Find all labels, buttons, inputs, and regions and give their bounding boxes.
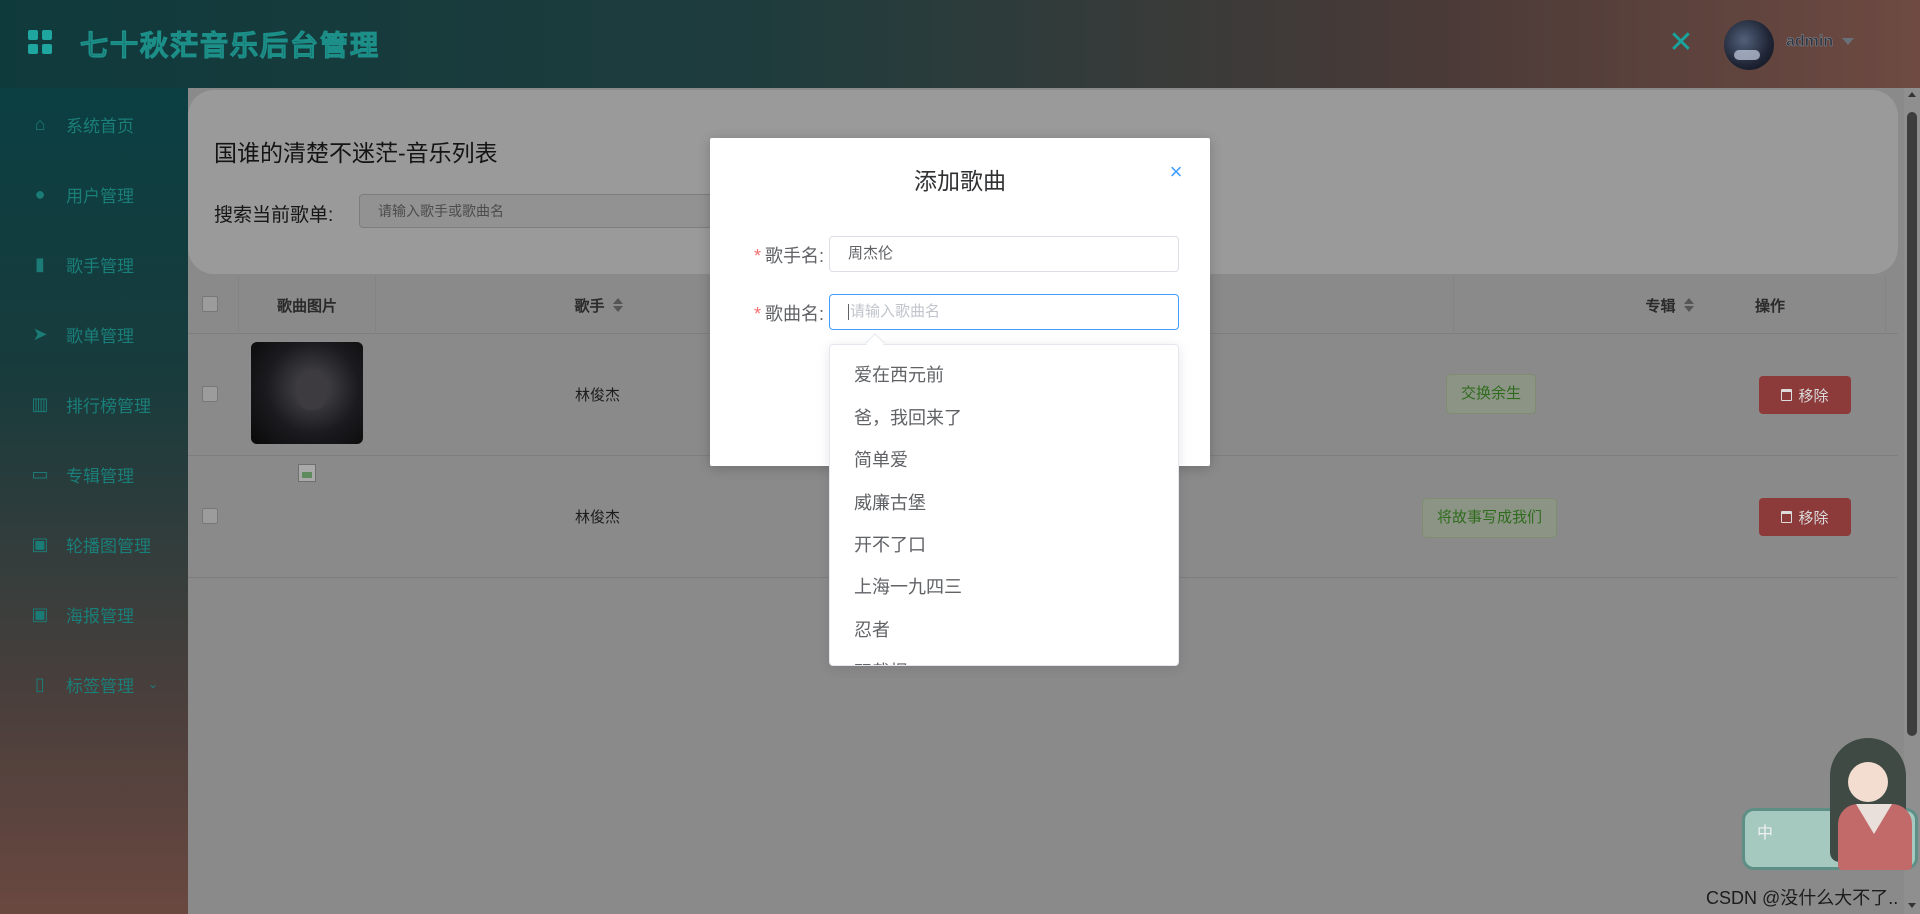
sidebar-item-posters[interactable]: ▣ 海报管理 (0, 594, 188, 634)
search-label: 搜索当前歌单: (214, 205, 334, 226)
mascot-badge-text: 中 (1757, 825, 1774, 842)
top-header: 七十秋茫音乐后台管理 ✕ admin (0, 0, 1920, 88)
singer-name-label-text: 歌手名: (764, 246, 824, 266)
sidebar-item-label: 歌手管理 (66, 256, 134, 276)
song-suggestion-dropdown: 爱在西元前 爸，我回来了 简单爱 威廉古堡 开不了口 上海一九四三 忍者 双截棍 (829, 344, 1179, 666)
remove-button[interactable]: 移除 (1759, 498, 1851, 536)
grid-icon[interactable] (28, 30, 52, 54)
singer-cell: 林俊杰 (575, 509, 621, 526)
trash-icon (1781, 389, 1793, 401)
column-header-label: 歌手 (574, 297, 605, 315)
song-cover-image (251, 342, 363, 444)
text-cursor (848, 304, 849, 321)
required-mark: * (753, 246, 761, 266)
suggestion-item[interactable]: 忍者 (854, 616, 890, 642)
mascot-face (1848, 762, 1888, 802)
remove-button[interactable]: 移除 (1759, 376, 1851, 414)
search-input[interactable]: 请输入歌手或歌曲名 (359, 194, 739, 228)
suggestion-item[interactable]: 爱在西元前 (854, 361, 944, 387)
close-icon[interactable]: × (1166, 161, 1186, 183)
suggestion-item[interactable]: 爸，我回来了 (854, 404, 962, 430)
broken-image-icon (298, 464, 316, 482)
singer-name-input[interactable]: 周杰伦 (829, 236, 1179, 272)
suggestion-item[interactable]: 上海一九四三 (854, 573, 962, 599)
sidebar-item-label: 标签管理 (66, 676, 134, 696)
song-name-label-text: 歌曲名: (764, 304, 824, 324)
select-all-cell (188, 276, 239, 334)
csdn-watermark: CSDN @没什么大不了.. (1706, 888, 1899, 908)
album-tag: 交换余生 (1446, 374, 1537, 414)
dialog-title: 添加歌曲 (914, 168, 1006, 194)
suggestion-item[interactable]: 双截棍 (854, 658, 908, 665)
song-name-label: * 歌曲名: (724, 300, 824, 326)
sidebar-item-albums[interactable]: ▭ 专辑管理 (0, 454, 188, 494)
caret-down-icon[interactable] (1842, 38, 1854, 45)
image-icon: ▣ (31, 604, 49, 624)
column-header-action: 操作 (1754, 297, 1785, 315)
bar-chart-icon: ▥ (31, 394, 49, 414)
avatar[interactable] (1724, 20, 1774, 70)
paper-plane-icon: ➤ (32, 324, 48, 344)
sidebar-item-label: 系统首页 (66, 116, 134, 136)
sidebar-item-users[interactable]: ● 用户管理 (0, 174, 188, 214)
sidebar-item-carousel[interactable]: ▣ 轮播图管理 (0, 524, 188, 564)
sidebar-item-tags[interactable]: ▯ 标签管理 ⌄ (0, 664, 188, 704)
sidebar-item-label: 歌单管理 (66, 326, 134, 346)
sidebar-item-singers[interactable]: ▮ 歌手管理 (0, 244, 188, 284)
song-name-input[interactable]: 请输入歌曲名 (829, 294, 1179, 330)
song-name-placeholder: 请输入歌曲名 (850, 303, 941, 320)
suggestion-item[interactable]: 开不了口 (854, 531, 926, 557)
sort-icon[interactable] (612, 298, 623, 312)
row-checkbox[interactable] (202, 508, 218, 524)
user-name[interactable]: admin (1786, 33, 1834, 51)
sidebar-item-label: 轮播图管理 (66, 536, 151, 556)
suggestion-item[interactable]: 威廉古堡 (854, 489, 926, 515)
sidebar: ⌂ 系统首页 ● 用户管理 ▮ 歌手管理 ➤ 歌单管理 ▥ 排行榜管理 ▭ 专辑… (0, 88, 188, 914)
singer-cell: 林俊杰 (575, 387, 621, 404)
chevron-down-icon: ⌄ (148, 677, 159, 691)
remove-button-label: 移除 (1798, 509, 1829, 527)
bookmark-icon: ▯ (35, 674, 45, 694)
select-all-checkbox[interactable] (202, 296, 218, 312)
album-tag: 将故事写成我们 (1422, 498, 1558, 538)
scroll-thumb[interactable] (1907, 112, 1917, 736)
fullscreen-icon[interactable]: ✕ (1668, 28, 1694, 58)
trash-icon (1781, 511, 1793, 523)
scroll-down-icon[interactable] (1908, 903, 1916, 908)
required-mark: * (753, 304, 761, 324)
user-icon: ● (34, 184, 46, 204)
sidebar-item-playlists[interactable]: ➤ 歌单管理 (0, 314, 188, 354)
microphone-icon: ▮ (35, 254, 45, 274)
remove-button-label: 移除 (1798, 387, 1829, 405)
sidebar-item-label: 海报管理 (66, 606, 134, 626)
image-icon: ▣ (31, 534, 49, 554)
scroll-up-icon[interactable] (1908, 92, 1916, 97)
app-title: 七十秋茫音乐后台管理 (79, 29, 381, 63)
sidebar-item-label: 用户管理 (66, 186, 134, 206)
sidebar-item-label: 排行榜管理 (66, 396, 151, 416)
singer-name-label: * 歌手名: (724, 242, 824, 268)
box-icon: ▭ (31, 464, 49, 484)
suggestion-item[interactable]: 简单爱 (854, 446, 908, 472)
sidebar-item-home[interactable]: ⌂ 系统首页 (0, 104, 188, 144)
page-title: 国谁的清楚不迷茫-音乐列表 (214, 140, 498, 166)
sidebar-item-label: 专辑管理 (66, 466, 134, 486)
column-header-pic: 歌曲图片 (239, 276, 376, 334)
mascot-widget[interactable]: 中 (1742, 738, 1920, 872)
row-checkbox[interactable] (202, 386, 218, 402)
sidebar-item-rankings[interactable]: ▥ 排行榜管理 (0, 384, 188, 424)
home-icon: ⌂ (34, 114, 46, 134)
